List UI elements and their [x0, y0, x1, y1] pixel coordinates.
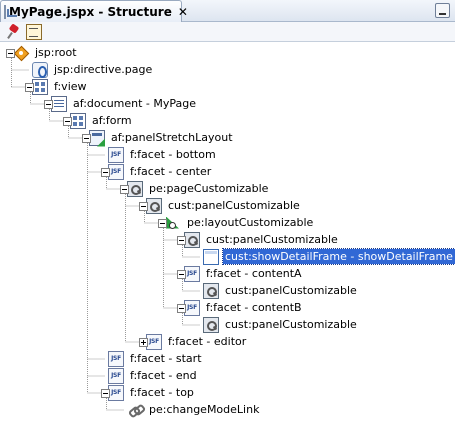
expand-icon[interactable] [139, 337, 148, 347]
tree-node-label[interactable]: cust:panelCustomizable [223, 317, 359, 332]
tree-node[interactable]: pe:layoutCustomizable [165, 214, 315, 231]
tree-node[interactable]: pe:pageCustomizable [127, 180, 270, 197]
tree-node-label[interactable]: f:view [52, 79, 89, 94]
tree-node[interactable]: JSF f:facet - start [108, 350, 204, 367]
tree-node[interactable]: JSF f:facet - contentA [184, 265, 304, 282]
collapse-icon[interactable] [139, 201, 148, 211]
structure-tree: jsp:root jsp:directive.page f:view af:docum… [0, 42, 455, 423]
tree-node[interactable]: af:panelStretchLayout [89, 129, 235, 146]
collapse-icon[interactable] [6, 48, 15, 58]
tree-node[interactable]: f:view [32, 78, 89, 95]
tree-node[interactable]: cust:panelCustomizable [184, 231, 340, 248]
tree-node[interactable]: JSF f:facet - editor [146, 333, 248, 350]
tree-node-label[interactable]: af:document - MyPage [71, 96, 198, 111]
jsf-icon: JSF [184, 299, 200, 316]
tree-node-label[interactable]: af:panelStretchLayout [109, 130, 235, 145]
customizable-icon [127, 180, 143, 197]
jsf-icon: JSF [108, 146, 124, 163]
tree-node-label[interactable]: pe:layoutCustomizable [185, 215, 315, 230]
document-icon [51, 95, 67, 112]
tree-node-label[interactable]: f:facet - end [128, 368, 199, 383]
tree-node-label[interactable]: f:facet - editor [166, 334, 248, 349]
tree-node-label[interactable]: cust:panelCustomizable [223, 283, 359, 298]
minimize-icon[interactable] [435, 3, 450, 18]
collapse-icon[interactable] [82, 133, 91, 143]
stretch-layout-icon [89, 129, 105, 146]
tree-node-label[interactable]: cust:panelCustomizable [166, 198, 302, 213]
collapse-icon[interactable] [44, 99, 53, 109]
tree-node-label[interactable]: af:form [90, 113, 134, 128]
tree-node[interactable]: af:document - MyPage [51, 95, 198, 112]
jsf-icon: JSF [108, 163, 124, 180]
tree-node[interactable]: JSF f:facet - center [108, 163, 213, 180]
jsf-icon: JSF [184, 265, 200, 282]
tree-node-label[interactable]: f:facet - top [128, 385, 196, 400]
collapse-icon[interactable] [101, 388, 110, 398]
jsp-root-icon [13, 45, 29, 61]
close-icon[interactable]: ✕ [178, 5, 188, 19]
tree-node-label[interactable]: f:facet - start [128, 351, 204, 366]
collapse-icon[interactable] [25, 82, 34, 92]
tree-node[interactable]: pe:changeModeLink [127, 401, 261, 418]
tree-node-label[interactable]: pe:pageCustomizable [147, 181, 270, 196]
tree-node-label[interactable]: pe:changeModeLink [147, 402, 261, 417]
properties-icon[interactable] [26, 24, 42, 40]
tree-node[interactable]: cust:panelCustomizable [203, 316, 359, 333]
collapse-icon[interactable] [158, 218, 167, 228]
tree-node-label[interactable]: jsp:directive.page [52, 62, 154, 77]
structure-toolbar [0, 22, 455, 42]
tree-node-label[interactable]: f:facet - bottom [128, 147, 218, 162]
structure-window-titlebar: MyPage.jspx - Structure ✕ [0, 0, 455, 22]
customizable-icon [203, 282, 219, 299]
tree-node-label[interactable]: f:facet - contentA [204, 266, 304, 281]
tree-node[interactable]: jsp:root [13, 44, 79, 61]
grid-icon [32, 78, 48, 95]
tree-node[interactable]: cust:panelCustomizable [146, 197, 302, 214]
tab-title: MyPage.jspx - Structure [9, 4, 172, 19]
tree-node[interactable]: jsp:directive.page [32, 61, 154, 78]
pin-icon[interactable] [5, 24, 21, 40]
customizable-icon [146, 197, 162, 214]
layout-customizable-icon [165, 215, 181, 231]
jsf-icon: JSF [108, 350, 124, 367]
tree-node-label[interactable]: jsp:root [33, 45, 79, 60]
tab-structure[interactable]: MyPage.jspx - Structure ✕ [0, 0, 188, 22]
tree-node[interactable]: JSF f:facet - top [108, 384, 196, 401]
collapse-icon[interactable] [120, 184, 129, 194]
tree-node-label[interactable]: cust:panelCustomizable [204, 232, 340, 247]
jsf-icon: JSF [108, 384, 124, 401]
tree-node[interactable]: JSF f:facet - contentB [184, 299, 304, 316]
grid-icon [70, 112, 86, 129]
customizable-icon [184, 231, 200, 248]
tree-node[interactable]: cust:showDetailFrame - showDetailFrame 1 [203, 248, 455, 265]
link-icon [127, 402, 143, 418]
collapse-icon[interactable] [177, 303, 186, 313]
directive-icon [32, 61, 48, 78]
tree-node-label[interactable]: f:facet - center [128, 164, 213, 179]
jsf-icon: JSF [146, 333, 162, 350]
tree-node[interactable]: JSF f:facet - bottom [108, 146, 218, 163]
tree-node-label[interactable]: cust:showDetailFrame - showDetailFrame 1 [221, 248, 455, 265]
collapse-icon[interactable] [177, 235, 186, 245]
structure-icon [4, 4, 17, 19]
frame-icon [203, 248, 219, 265]
collapse-icon[interactable] [177, 269, 186, 279]
collapse-icon[interactable] [63, 116, 72, 126]
customizable-icon [203, 316, 219, 333]
tree-node-label[interactable]: f:facet - contentB [204, 300, 304, 315]
tree-node[interactable]: JSF f:facet - end [108, 367, 199, 384]
collapse-icon[interactable] [101, 167, 110, 177]
tree-node[interactable]: af:form [70, 112, 134, 129]
jsf-icon: JSF [108, 367, 124, 384]
tree-node[interactable]: cust:panelCustomizable [203, 282, 359, 299]
